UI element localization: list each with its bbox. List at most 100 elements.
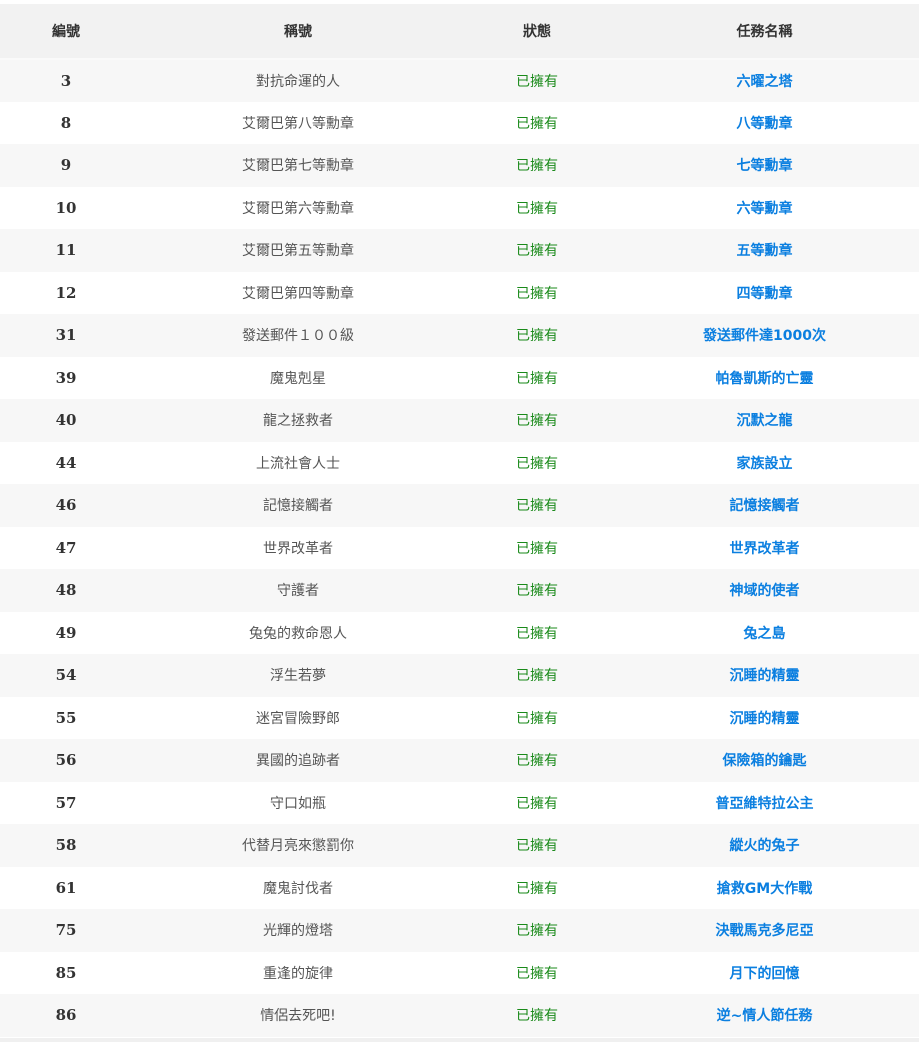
row-id: 10 — [55, 198, 77, 217]
row-title: 艾爾巴第四等勳章 — [242, 285, 354, 302]
row-status: 已擁有 — [516, 965, 558, 982]
row-id: 56 — [55, 751, 77, 770]
row-id: 49 — [55, 623, 77, 642]
row-status: 已擁有 — [516, 923, 558, 940]
row-title: 魔鬼討伐者 — [263, 880, 333, 897]
mission-link[interactable]: 記憶接觸者 — [730, 498, 800, 514]
table-row: 54 浮生若夢 已擁有 沉睡的精靈 — [0, 654, 919, 697]
mission-link[interactable]: 四等勳章 — [737, 286, 793, 302]
mission-link[interactable]: 七等勳章 — [737, 158, 793, 174]
table-row: 61 魔鬼討伐者 已擁有 搶救GM大作戰 — [0, 866, 919, 909]
row-mission: 兔之島 — [610, 612, 919, 655]
table-bottom-divider — [0, 1038, 919, 1042]
mission-link[interactable]: 六曜之塔 — [737, 74, 793, 90]
mission-link[interactable]: 兔之島 — [744, 626, 786, 642]
row-mission: 逆~情人節任務 — [610, 994, 919, 1037]
mission-link[interactable]: 沉睡的精靈 — [730, 711, 800, 727]
row-mission: 普亞維特拉公主 — [610, 782, 919, 825]
row-mission: 五等勳章 — [610, 229, 919, 272]
row-mission: 沉睡的精靈 — [610, 654, 919, 697]
mission-link[interactable]: 六等勳章 — [737, 201, 793, 217]
row-id: 39 — [55, 368, 77, 387]
row-status: 已擁有 — [516, 710, 558, 727]
row-title: 艾爾巴第八等勳章 — [242, 115, 354, 132]
row-mission: 縱火的兔子 — [610, 824, 919, 867]
row-mission: 沉睡的精靈 — [610, 697, 919, 740]
row-title: 守口如瓶 — [270, 795, 326, 812]
row-id: 85 — [55, 963, 77, 982]
table-row: 3 對抗命運的人 已擁有 六曜之塔 — [0, 59, 919, 102]
row-status: 已擁有 — [516, 1008, 558, 1025]
table-header: 編號 稱號 狀態 任務名稱 — [0, 4, 919, 60]
table-row: 9 艾爾巴第七等勳章 已擁有 七等勳章 — [0, 144, 919, 187]
row-mission: 神域的使者 — [610, 569, 919, 612]
table-row: 55 迷宮冒險野郎 已擁有 沉睡的精靈 — [0, 696, 919, 740]
row-id: 57 — [55, 793, 77, 812]
table-row: 57 守口如瓶 已擁有 普亞維特拉公主 — [0, 781, 919, 825]
row-status: 已擁有 — [516, 753, 558, 770]
row-title: 守護者 — [277, 583, 319, 600]
mission-link[interactable]: 縱火的兔子 — [730, 838, 800, 854]
row-status: 已擁有 — [516, 73, 558, 90]
row-id: 58 — [55, 836, 77, 855]
row-title: 艾爾巴第五等勳章 — [242, 243, 354, 260]
row-mission: 決戰馬克多尼亞 — [610, 909, 919, 952]
table-row: 86 情侶去死吧! 已擁有 逆~情人節任務 — [0, 994, 919, 1037]
table-row: 44 上流社會人士 已擁有 家族設立 — [0, 441, 919, 485]
row-status: 已擁有 — [516, 158, 558, 175]
mission-link[interactable]: 發送郵件達1000次 — [703, 328, 826, 344]
mission-link[interactable]: 逆~情人節任務 — [717, 1008, 813, 1024]
mission-link[interactable]: 世界改革者 — [730, 541, 800, 557]
mission-link[interactable]: 月下的回憶 — [730, 966, 800, 982]
mission-link[interactable]: 保險箱的鑰匙 — [723, 753, 807, 769]
table-row: 47 世界改革者 已擁有 世界改革者 — [0, 526, 919, 569]
column-header-id: 編號 — [0, 4, 132, 60]
row-status: 已擁有 — [516, 455, 558, 472]
table-row: 8 艾爾巴第八等勳章 已擁有 八等勳章 — [0, 101, 919, 144]
row-title: 艾爾巴第七等勳章 — [242, 158, 354, 175]
mission-link[interactable]: 五等勳章 — [737, 243, 793, 259]
row-id: 75 — [55, 921, 77, 940]
row-status: 已擁有 — [516, 540, 558, 557]
row-mission: 六曜之塔 — [610, 59, 919, 102]
row-status: 已擁有 — [516, 243, 558, 260]
row-title: 代替月亮來懲罰你 — [242, 838, 354, 855]
row-id: 9 — [60, 156, 72, 175]
row-id: 40 — [55, 411, 77, 430]
mission-link[interactable]: 沉默之龍 — [737, 413, 793, 429]
titles-table-container: 編號 稱號 狀態 任務名稱 3 對抗命運的人 已擁有 六曜之塔 8 艾爾巴第八等勳章 已擁有… — [0, 4, 919, 1050]
row-title: 上流社會人士 — [256, 455, 340, 472]
table-row: 85 重逢的旋律 已擁有 月下的回憶 — [0, 951, 919, 995]
row-title: 異國的追跡者 — [256, 753, 340, 770]
mission-link[interactable]: 帕魯凱斯的亡靈 — [716, 371, 814, 387]
row-title: 世界改革者 — [263, 540, 333, 557]
mission-link[interactable]: 決戰馬克多尼亞 — [716, 923, 814, 939]
row-title: 情侶去死吧! — [260, 1008, 336, 1025]
mission-link[interactable]: 搶救GM大作戰 — [717, 881, 812, 897]
row-mission: 月下的回憶 — [610, 952, 919, 995]
row-id: 11 — [55, 241, 77, 260]
row-mission: 六等勳章 — [610, 187, 919, 230]
row-mission: 家族設立 — [610, 442, 919, 485]
row-status: 已擁有 — [516, 880, 558, 897]
table-row: 75 光輝的燈塔 已擁有 決戰馬克多尼亞 — [0, 909, 919, 952]
table-row: 56 異國的追跡者 已擁有 保險箱的鑰匙 — [0, 739, 919, 782]
row-mission: 七等勳章 — [610, 144, 919, 187]
row-id: 48 — [55, 581, 77, 600]
column-header-status: 狀態 — [464, 4, 610, 60]
titles-table: 編號 稱號 狀態 任務名稱 3 對抗命運的人 已擁有 六曜之塔 8 艾爾巴第八等勳章 已擁有… — [0, 4, 919, 1037]
row-title: 重逢的旋律 — [263, 965, 333, 982]
row-status: 已擁有 — [516, 625, 558, 642]
mission-link[interactable]: 沉睡的精靈 — [730, 668, 800, 684]
column-header-title: 稱號 — [132, 4, 464, 60]
header-row: 編號 稱號 狀態 任務名稱 — [0, 4, 919, 60]
row-status: 已擁有 — [516, 795, 558, 812]
row-id: 46 — [55, 496, 77, 515]
mission-link[interactable]: 神域的使者 — [730, 583, 800, 599]
row-title: 浮生若夢 — [270, 668, 326, 685]
mission-link[interactable]: 八等勳章 — [737, 116, 793, 132]
row-status: 已擁有 — [516, 498, 558, 515]
row-status: 已擁有 — [516, 838, 558, 855]
mission-link[interactable]: 普亞維特拉公主 — [716, 796, 814, 812]
mission-link[interactable]: 家族設立 — [737, 456, 793, 472]
